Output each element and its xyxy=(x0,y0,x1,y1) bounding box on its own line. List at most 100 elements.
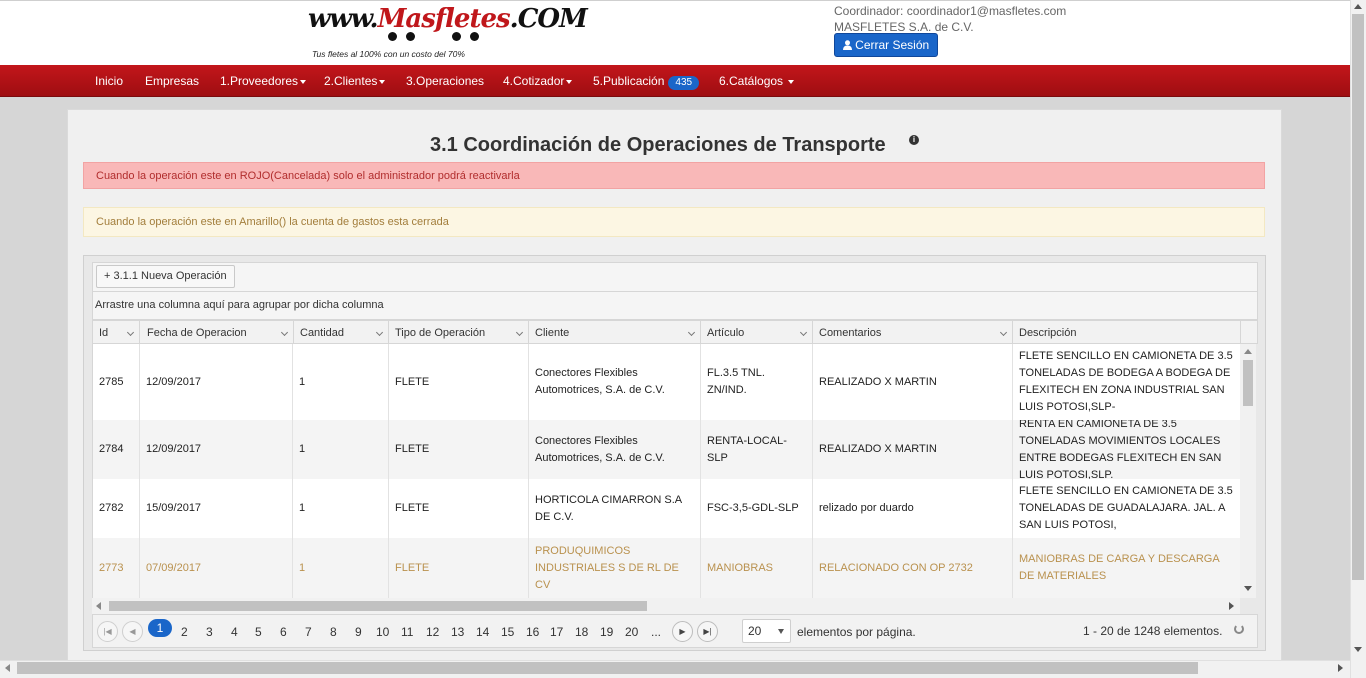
page-link[interactable]: 19 xyxy=(600,625,613,639)
grid-horizontal-scroll-thumb[interactable] xyxy=(109,601,647,611)
page-link[interactable]: 6 xyxy=(280,625,287,639)
prev-page-icon[interactable]: ◀ xyxy=(122,621,143,642)
cell-comentarios: RELACIONADO CON OP 2732 xyxy=(813,538,1013,598)
page-size-label: elementos por página. xyxy=(797,625,916,639)
column-header-id[interactable]: Id xyxy=(93,321,140,344)
nav-empresas[interactable]: Empresas xyxy=(145,74,199,88)
nav-inicio[interactable]: Inicio xyxy=(95,74,123,88)
page-scroll-left-icon[interactable] xyxy=(5,664,10,672)
logo-wheel-icon xyxy=(452,32,461,41)
page-link[interactable]: 4 xyxy=(231,625,238,639)
scroll-up-icon[interactable] xyxy=(1244,349,1252,354)
page-link[interactable]: 18 xyxy=(575,625,588,639)
cell-fecha: 12/09/2017 xyxy=(140,420,293,479)
logout-label: Cerrar Sesión xyxy=(855,38,930,52)
table-row[interactable]: 2784 12/09/2017 1 FLETE Conectores Flexi… xyxy=(93,420,1240,479)
page-link[interactable]: 17 xyxy=(550,625,563,639)
page-vertical-scroll-thumb[interactable] xyxy=(1352,14,1364,580)
cell-descripcion: FLETE SENCILLO EN CAMIONETA DE 3.5 TONEL… xyxy=(1019,350,1233,413)
column-menu-icon[interactable] xyxy=(375,328,384,337)
nav-operaciones[interactable]: 3.Operaciones xyxy=(406,74,484,88)
nav-proveedores[interactable]: 1.Proveedores xyxy=(220,74,307,88)
cell-tipo: FLETE xyxy=(389,420,529,479)
alert-cancelled: Cuando la operación este en ROJO(Cancela… xyxy=(83,162,1265,189)
user-email: Coordinador: coordinador1@masfletes.com xyxy=(834,4,1067,18)
nav-publicacion[interactable]: 5.Publicación 435 xyxy=(593,74,700,90)
column-header-cliente[interactable]: Cliente xyxy=(529,321,701,344)
page-size-select[interactable]: 20 xyxy=(742,619,791,643)
page-link[interactable]: 12 xyxy=(426,625,439,639)
nav-cotizador[interactable]: 4.Cotizador xyxy=(503,74,573,88)
last-page-icon[interactable]: ▶| xyxy=(697,621,718,642)
grid-toolbar xyxy=(92,262,1258,292)
table-row[interactable]: 2782 15/09/2017 1 FLETE HORTICOLA CIMARR… xyxy=(93,479,1240,538)
nav-catalogos[interactable]: 6.Catálogos xyxy=(719,74,795,88)
page-link[interactable]: 16 xyxy=(526,625,539,639)
page-link[interactable]: 15 xyxy=(501,625,514,639)
column-header-descripcion[interactable]: Descripción xyxy=(1013,321,1241,344)
page-link[interactable]: 5 xyxy=(255,625,262,639)
page-scroll-down-icon[interactable] xyxy=(1354,647,1362,652)
column-menu-icon[interactable] xyxy=(999,328,1008,337)
page-link[interactable]: 8 xyxy=(330,625,337,639)
column-menu-icon[interactable] xyxy=(126,328,135,337)
page-link[interactable]: 3 xyxy=(206,625,213,639)
scroll-right-icon[interactable] xyxy=(1229,602,1234,610)
page-scroll-right-icon[interactable] xyxy=(1338,664,1343,672)
caret-down-icon xyxy=(379,79,386,84)
scroll-down-icon[interactable] xyxy=(1244,586,1252,591)
caret-down-icon xyxy=(788,79,795,84)
cell-articulo: MANIOBRAS xyxy=(701,538,813,598)
new-operation-button[interactable]: + 3.1.1 Nueva Operación xyxy=(96,265,235,288)
column-menu-icon[interactable] xyxy=(799,328,808,337)
cell-cliente: Conectores Flexibles Automotrices, S.A. … xyxy=(529,344,701,420)
cell-cantidad: 1 xyxy=(293,344,389,420)
next-page-icon[interactable]: ▶ xyxy=(672,621,693,642)
group-drop-area[interactable]: Arrastre una columna aquí para agrupar p… xyxy=(92,292,1258,320)
column-header-cantidad[interactable]: Cantidad xyxy=(294,321,389,344)
cell-articulo: FSC-3,5-GDL-SLP xyxy=(701,479,813,538)
column-header-articulo[interactable]: Artículo xyxy=(701,321,813,344)
scroll-left-icon[interactable] xyxy=(96,602,101,610)
cell-descripcion: RENTA EN CAMIONETA DE 3.5 TONELADAS MOVI… xyxy=(1019,420,1222,479)
user-icon xyxy=(842,40,852,50)
refresh-icon[interactable] xyxy=(1234,624,1244,634)
page-link[interactable]: 2 xyxy=(181,625,188,639)
grid-vertical-scroll-thumb[interactable] xyxy=(1243,360,1253,406)
page-link[interactable]: 9 xyxy=(355,625,362,639)
cell-tipo: FLETE xyxy=(389,344,529,420)
cell-tipo: FLETE xyxy=(389,479,529,538)
column-header-tipo[interactable]: Tipo de Operación xyxy=(389,321,529,344)
caret-down-icon xyxy=(300,79,307,84)
cell-cantidad: 1 xyxy=(293,479,389,538)
nav-clientes[interactable]: 2.Clientes xyxy=(324,74,386,88)
column-menu-icon[interactable] xyxy=(515,328,524,337)
page-scroll-up-icon[interactable] xyxy=(1354,4,1362,9)
masfletes-logo[interactable]: www.Masfletes.COM Tus fletes al 100% con… xyxy=(306,2,588,62)
chevron-down-icon xyxy=(778,629,784,634)
column-header-comentarios[interactable]: Comentarios xyxy=(813,321,1013,344)
first-page-icon[interactable]: |◀ xyxy=(97,621,118,642)
page-current[interactable]: 1 xyxy=(148,619,172,637)
cell-cliente: Conectores Flexibles Automotrices, S.A. … xyxy=(529,420,701,479)
user-info: Coordinador: coordinador1@masfletes.com … xyxy=(834,3,1066,35)
page-ellipsis[interactable]: ... xyxy=(651,625,661,639)
page-horizontal-scroll-thumb[interactable] xyxy=(17,662,1198,674)
table-row[interactable]: 2785 12/09/2017 1 FLETE Conectores Flexi… xyxy=(93,344,1240,420)
cell-comentarios: relizado por duardo xyxy=(813,479,1013,538)
table-row-closed[interactable]: 2773 07/09/2017 1 FLETE PRODUQUIMICOS IN… xyxy=(93,538,1240,598)
cell-id: 2773 xyxy=(93,538,140,598)
logout-button[interactable]: Cerrar Sesión xyxy=(834,33,938,57)
page-link[interactable]: 11 xyxy=(401,625,413,639)
column-header-fecha[interactable]: Fecha de Operacion xyxy=(141,321,294,344)
publication-count-badge: 435 xyxy=(668,76,700,90)
column-menu-icon[interactable] xyxy=(687,328,696,337)
caret-down-icon xyxy=(566,79,573,84)
page-link[interactable]: 14 xyxy=(476,625,489,639)
page-link[interactable]: 10 xyxy=(376,625,389,639)
page-link[interactable]: 20 xyxy=(625,625,638,639)
info-icon[interactable]: i xyxy=(909,135,919,145)
page-link[interactable]: 13 xyxy=(451,625,464,639)
column-menu-icon[interactable] xyxy=(280,328,289,337)
page-link[interactable]: 7 xyxy=(305,625,312,639)
